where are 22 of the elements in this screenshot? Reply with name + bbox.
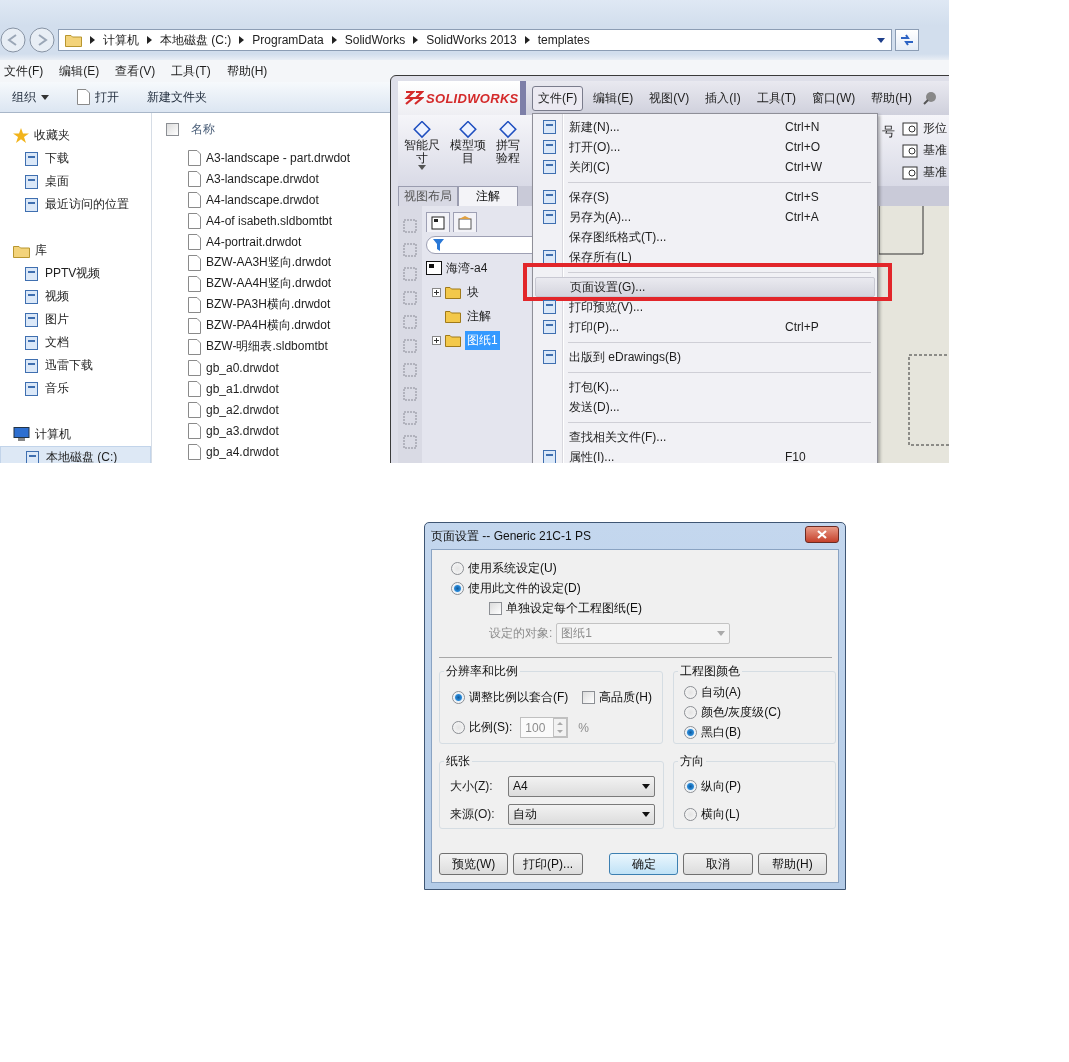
group-title: 方向 [679,753,705,770]
option-label: 横向(L) [701,805,740,823]
unit-label: % [578,720,589,735]
dialog-title: 页面设置 -- Generic 21C-1 PS [431,527,592,545]
group-title: 工程图颜色 [679,663,741,680]
app-logo: SOLIDWORKS [398,81,526,115]
option-label: 黑白(B) [701,724,741,742]
option-label: 高品质(H) [599,688,652,706]
option-label: 使用此文件的设定(D) [468,579,581,597]
field-label: 大小(Z): [449,777,494,795]
group-title: 纸张 [445,753,471,770]
ribbon-text: 号 [882,123,896,141]
field-label: 来源(O): [449,805,496,823]
option-label: 单独设定每个工程图纸(E) [506,599,642,617]
option-label: 比例(S): [469,719,513,737]
option-label: 颜色/灰度级(C) [701,704,781,721]
option-label: 调整比例以套合(F) [469,688,569,706]
option-label: 纵向(P) [701,777,741,795]
field-label: 设定的对象: [489,624,553,642]
group-title: 分辨率和比例 [445,663,519,680]
option-label: 使用系统设定(U) [468,559,557,577]
option-label: 自动(A) [701,683,741,701]
